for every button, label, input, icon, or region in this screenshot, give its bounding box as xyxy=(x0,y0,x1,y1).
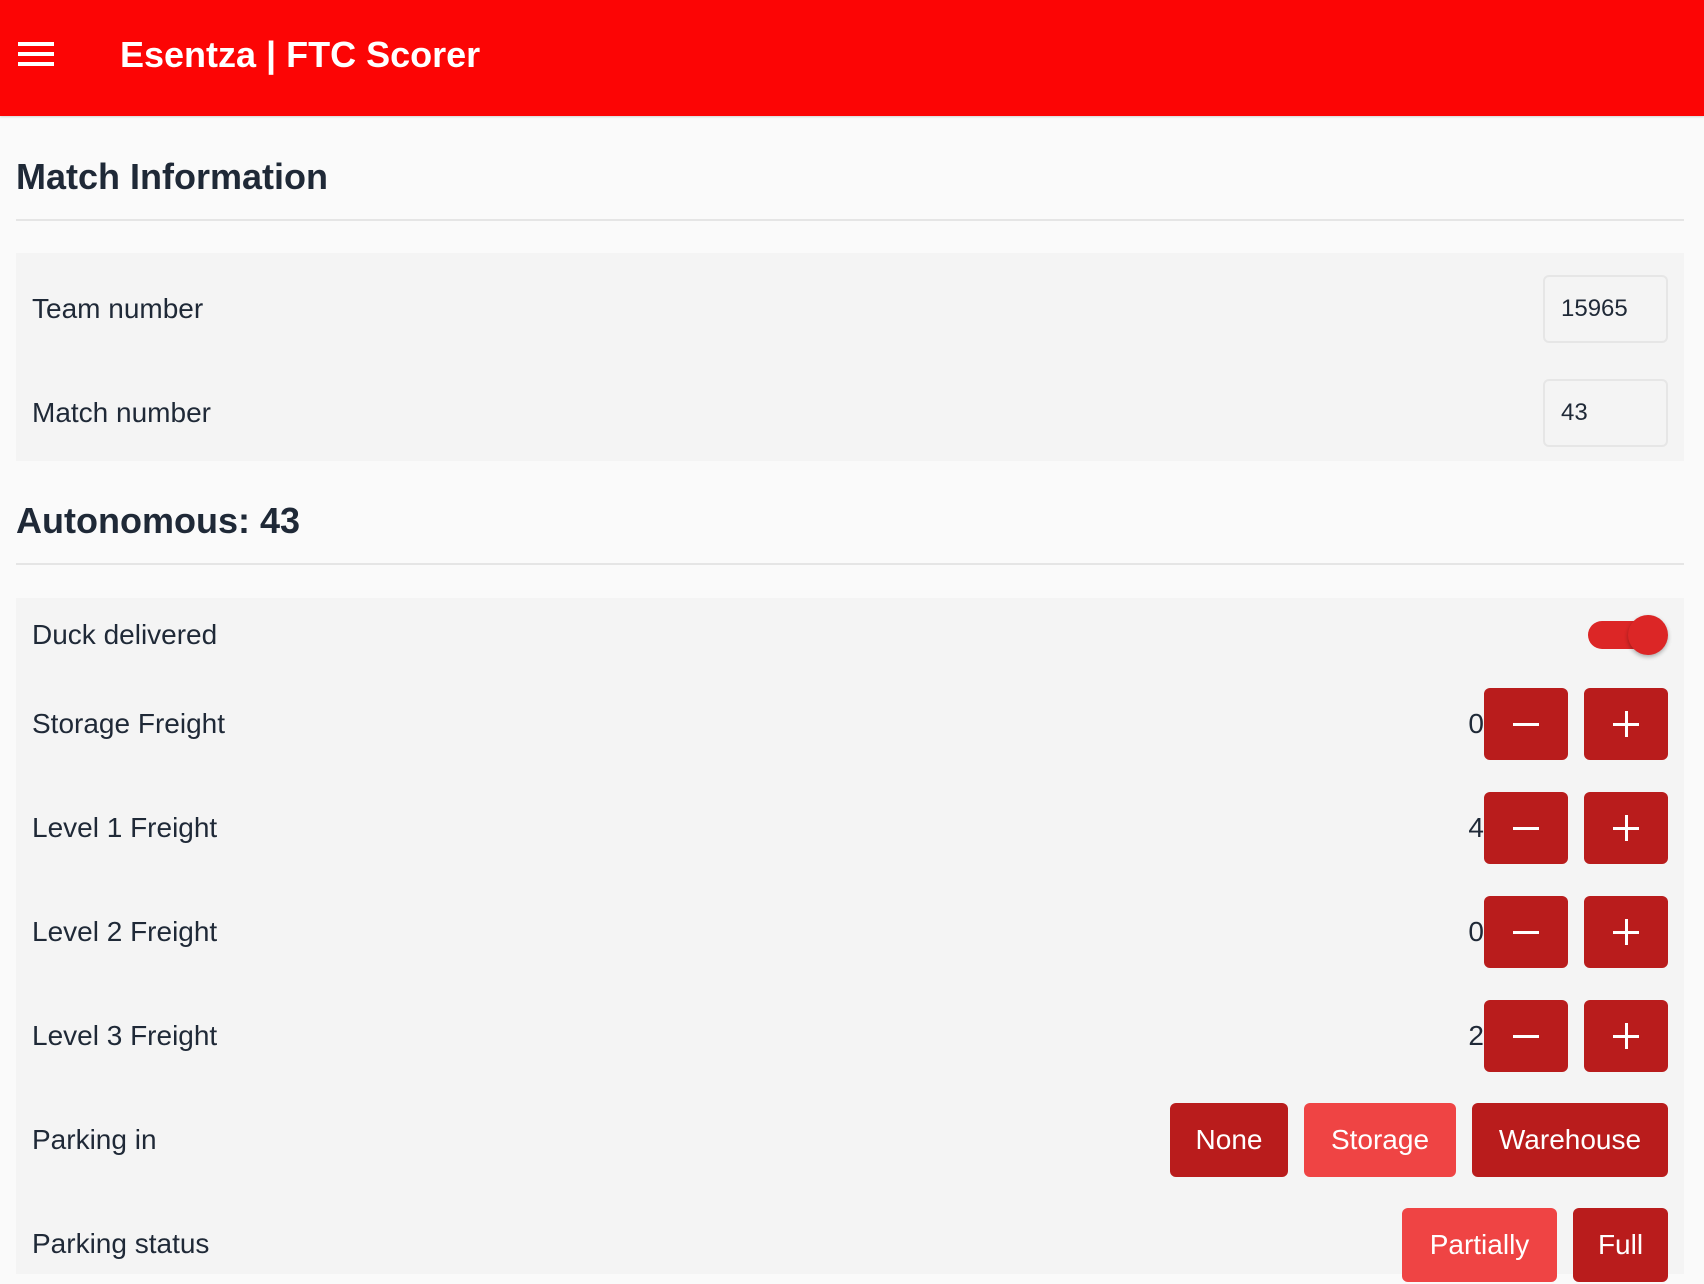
team-number-label: Team number xyxy=(32,293,204,324)
section-divider xyxy=(16,563,1684,565)
duck-delivered-toggle[interactable] xyxy=(1588,615,1668,655)
app-title: Esentza | FTC Scorer xyxy=(120,34,481,75)
parking-in-none-button[interactable]: None xyxy=(1170,1103,1288,1177)
match-number-input[interactable] xyxy=(1543,379,1668,447)
level-3-freight-value: 2 xyxy=(1468,1020,1484,1051)
menu-line xyxy=(18,62,54,66)
level-1-freight-value: 4 xyxy=(1468,812,1484,843)
parking-status-label: Parking status xyxy=(32,1228,210,1259)
level-2-freight-value: 0 xyxy=(1468,916,1484,947)
level-1-freight-increment-button[interactable] xyxy=(1584,792,1668,864)
app-header: Esentza | FTC Scorer xyxy=(0,0,1704,116)
level-2-freight-row: Level 2 Freight 0 xyxy=(16,892,1684,972)
autonomous-title: Autonomous: 43 xyxy=(16,500,300,541)
parking-in-storage-button[interactable]: Storage xyxy=(1304,1103,1456,1177)
match-number-label: Match number xyxy=(32,397,211,428)
level-3-freight-label: Level 3 Freight xyxy=(32,1020,218,1051)
storage-freight-decrement-button[interactable] xyxy=(1484,688,1568,760)
duck-delivered-row: Duck delivered xyxy=(16,598,1684,672)
level-3-freight-row: Level 3 Freight 2 xyxy=(16,996,1684,1076)
match-number-row: Match number xyxy=(16,373,1684,453)
menu-line xyxy=(18,42,54,46)
level-3-freight-decrement-button[interactable] xyxy=(1484,1000,1568,1072)
parking-in-label: Parking in xyxy=(32,1124,157,1155)
section-divider xyxy=(16,219,1684,221)
level-2-freight-label: Level 2 Freight xyxy=(32,916,218,947)
toggle-knob[interactable] xyxy=(1628,615,1668,655)
parking-status-partially-button[interactable]: Partially xyxy=(1402,1208,1557,1282)
level-1-freight-row: Level 1 Freight 4 xyxy=(16,788,1684,868)
storage-freight-row: Storage Freight 0 xyxy=(16,684,1684,764)
level-3-freight-increment-button[interactable] xyxy=(1584,1000,1668,1072)
team-number-row: Team number xyxy=(16,269,1684,349)
level-2-freight-decrement-button[interactable] xyxy=(1484,896,1568,968)
storage-freight-value: 0 xyxy=(1468,708,1484,739)
storage-freight-increment-button[interactable] xyxy=(1584,688,1668,760)
level-2-freight-increment-button[interactable] xyxy=(1584,896,1668,968)
duck-delivered-label: Duck delivered xyxy=(32,619,218,650)
parking-status-row: Parking status Partially Full xyxy=(16,1204,1684,1284)
match-info-panel: Team number Match number xyxy=(16,253,1684,461)
team-number-input[interactable] xyxy=(1543,275,1668,343)
parking-status-full-button[interactable]: Full xyxy=(1573,1208,1668,1282)
menu-line xyxy=(18,52,54,56)
level-1-freight-decrement-button[interactable] xyxy=(1484,792,1568,864)
parking-in-warehouse-button[interactable]: Warehouse xyxy=(1472,1103,1668,1177)
hamburger-menu-icon[interactable] xyxy=(18,42,54,66)
match-info-title: Match Information xyxy=(16,156,328,197)
parking-in-row: Parking in None Storage Warehouse xyxy=(16,1100,1684,1180)
storage-freight-label: Storage Freight xyxy=(32,708,225,739)
autonomous-panel: Duck delivered Storage Freight 0 Level 1… xyxy=(16,598,1684,1282)
level-1-freight-label: Level 1 Freight xyxy=(32,812,218,843)
